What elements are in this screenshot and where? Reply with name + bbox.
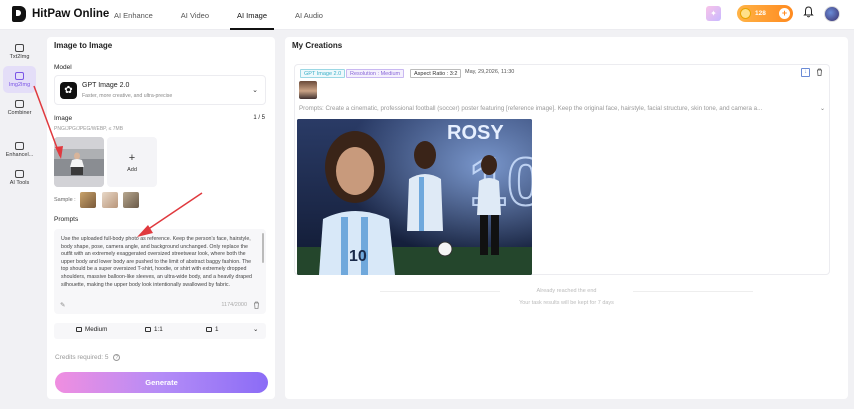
- red-arrow-icon: [137, 192, 203, 237]
- red-arrow-icon: [33, 85, 63, 159]
- annotation-arrows: [33, 85, 203, 237]
